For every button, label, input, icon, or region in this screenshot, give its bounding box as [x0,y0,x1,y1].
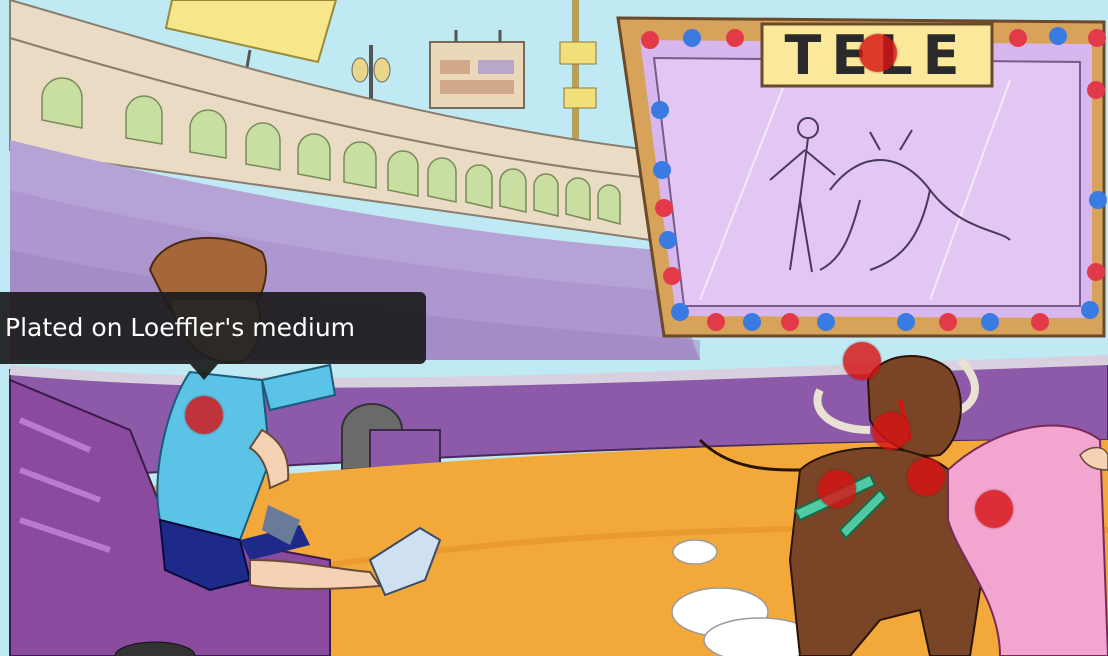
hotspot-tooltip: Plated on Loeffler's medium [0,292,426,364]
child-arm-marker[interactable] [185,396,223,434]
illustration-stage: TELE [0,0,1108,656]
cape-marker[interactable] [975,490,1013,528]
syringe-marker[interactable] [818,470,856,508]
tele-screen: TELE [616,16,1107,338]
bull-nose-marker[interactable] [872,412,910,450]
scoreboard [429,30,525,109]
bull-neck-marker[interactable] [907,458,945,496]
tooltip-arrow [190,364,218,380]
bull-head-marker[interactable] [843,342,881,380]
tele-sign-marker[interactable] [859,34,897,72]
